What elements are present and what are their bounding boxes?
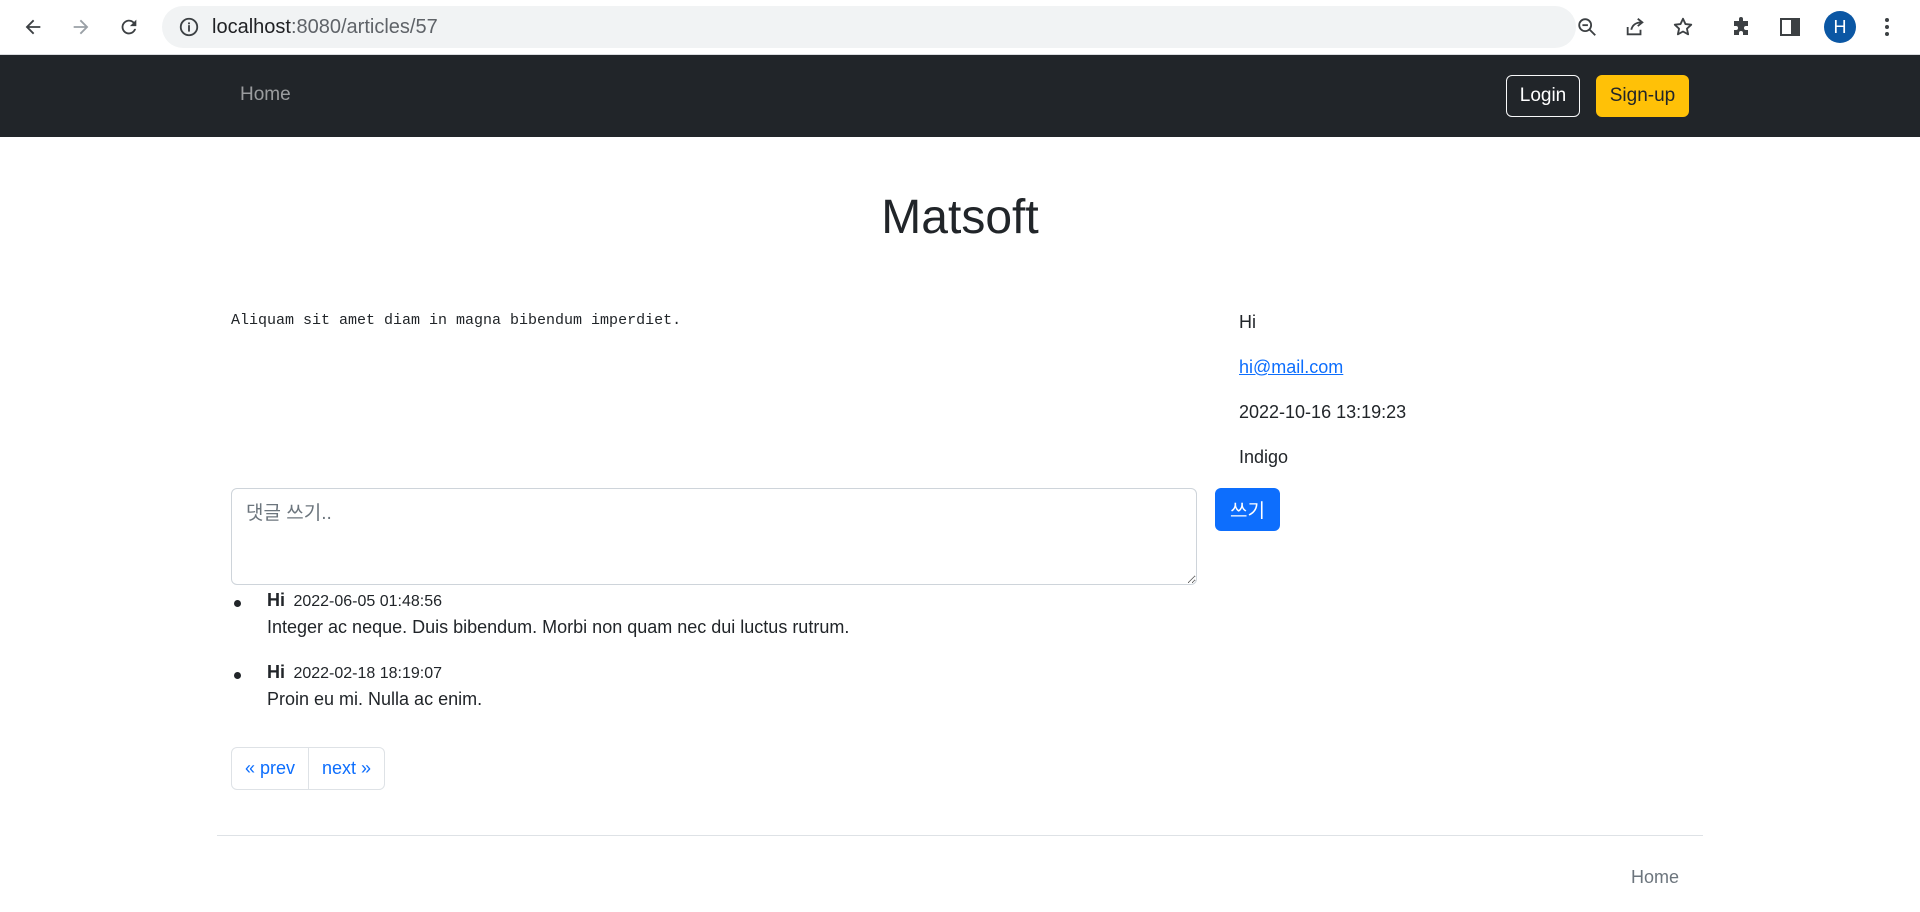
star-icon[interactable] [1671, 15, 1695, 39]
comment-author: Hi [267, 590, 285, 610]
signup-button[interactable]: Sign-up [1596, 75, 1689, 117]
article-content: Aliquam sit amet diam in magna bibendum … [231, 312, 682, 329]
puzzle-icon[interactable] [1728, 13, 1756, 41]
bullet-icon [234, 672, 241, 679]
back-icon[interactable] [16, 10, 50, 44]
prev-page-link[interactable]: « prev [231, 747, 310, 790]
profile-avatar[interactable]: H [1824, 11, 1856, 43]
next-page-link[interactable]: next » [308, 747, 386, 790]
reload-icon[interactable] [112, 10, 146, 44]
email-link[interactable]: hi@mail.com [1239, 357, 1343, 377]
article-hashtag[interactable]: Indigo [1239, 447, 1288, 468]
footer-divider [217, 835, 1703, 836]
side-panel-icon[interactable] [1776, 13, 1804, 41]
site-navbar: Home Login Sign-up [0, 55, 1920, 137]
kebab-menu-icon[interactable] [1873, 13, 1901, 41]
nav-home-link[interactable]: Home [240, 84, 291, 106]
article-email[interactable]: hi@mail.com [1239, 357, 1343, 378]
comment-text: Proin eu mi. Nulla ac enim. [267, 689, 483, 709]
zoom-out-icon[interactable] [1575, 15, 1599, 39]
bullet-icon [234, 600, 241, 607]
share-icon[interactable] [1623, 15, 1647, 39]
url-text: localhost:8080/articles/57 [212, 16, 438, 38]
comment-item: Hi 2022-02-18 18:19:07 Proin eu mi. Null… [231, 662, 1191, 734]
page-title: Matsoft [881, 191, 1039, 244]
comment-submit-button[interactable]: 쓰기 [1215, 488, 1280, 531]
info-icon[interactable] [178, 16, 200, 43]
browser-toolbar: localhost:8080/articles/57 H [0, 0, 1920, 55]
comment-item: Hi 2022-06-05 01:48:56 Integer ac neque.… [231, 590, 1191, 662]
comment-date: 2022-06-05 01:48:56 [293, 593, 443, 610]
login-button[interactable]: Login [1506, 75, 1580, 117]
comment-list: Hi 2022-06-05 01:48:56 Integer ac neque.… [231, 590, 1191, 734]
article-author: Hi [1239, 312, 1256, 332]
footer-home-link[interactable]: Home [1631, 867, 1679, 888]
address-bar[interactable]: localhost:8080/articles/57 [162, 6, 1693, 48]
comment-input[interactable] [231, 488, 1197, 585]
pagination: « prev next » [231, 747, 386, 790]
article-created-at: 2022-10-16 13:19:23 [1239, 402, 1407, 422]
comment-author: Hi [267, 662, 285, 682]
comment-date: 2022-02-18 18:19:07 [293, 665, 443, 682]
comment-text: Integer ac neque. Duis bibendum. Morbi n… [267, 617, 850, 637]
forward-icon[interactable] [64, 10, 98, 44]
